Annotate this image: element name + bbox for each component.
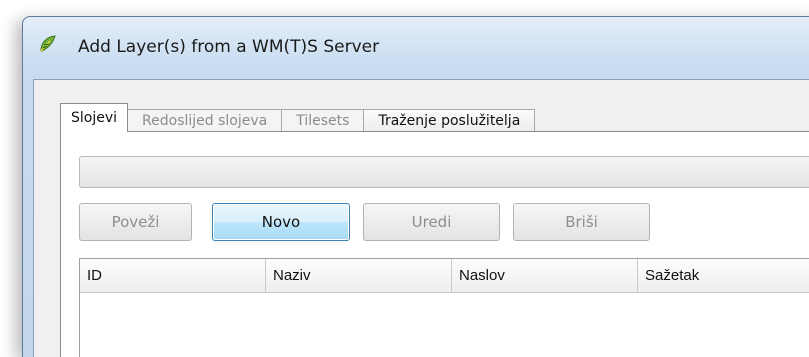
column-header-abstract[interactable]: Sažetak: [638, 259, 809, 292]
new-connection-button[interactable]: Novo: [212, 203, 350, 241]
tab-bar: Slojevi Redoslijed slojeva Tilesets Traž…: [60, 103, 536, 132]
column-header-name[interactable]: Naziv: [266, 259, 452, 292]
dialog-window: Add Layer(s) from a WM(T)S Server Slojev…: [22, 16, 809, 357]
layers-tab-panel: Poveži Novo Uredi Briši ID Naziv Naslov …: [60, 131, 809, 357]
delete-connection-button[interactable]: Briši: [513, 203, 650, 241]
connect-button[interactable]: Poveži: [79, 203, 192, 241]
tab-server-search[interactable]: Traženje poslužitelja: [363, 109, 536, 132]
layers-table[interactable]: ID Naziv Naslov Sažetak: [79, 258, 809, 357]
dialog-client-area: Slojevi Redoslijed slojeva Tilesets Traž…: [33, 79, 809, 357]
window-title: Add Layer(s) from a WM(T)S Server: [78, 37, 380, 57]
connection-select[interactable]: [79, 156, 809, 188]
tab-tilesets[interactable]: Tilesets: [281, 109, 365, 132]
qgis-leaf-icon: [40, 35, 56, 52]
title-bar[interactable]: Add Layer(s) from a WM(T)S Server: [23, 17, 809, 61]
column-header-id[interactable]: ID: [80, 259, 266, 292]
edit-connection-button[interactable]: Uredi: [363, 203, 500, 241]
table-header: ID Naziv Naslov Sažetak: [80, 259, 809, 293]
tab-layer-order[interactable]: Redoslijed slojeva: [127, 109, 283, 132]
tab-layers[interactable]: Slojevi: [60, 103, 129, 132]
column-header-title[interactable]: Naslov: [452, 259, 638, 292]
